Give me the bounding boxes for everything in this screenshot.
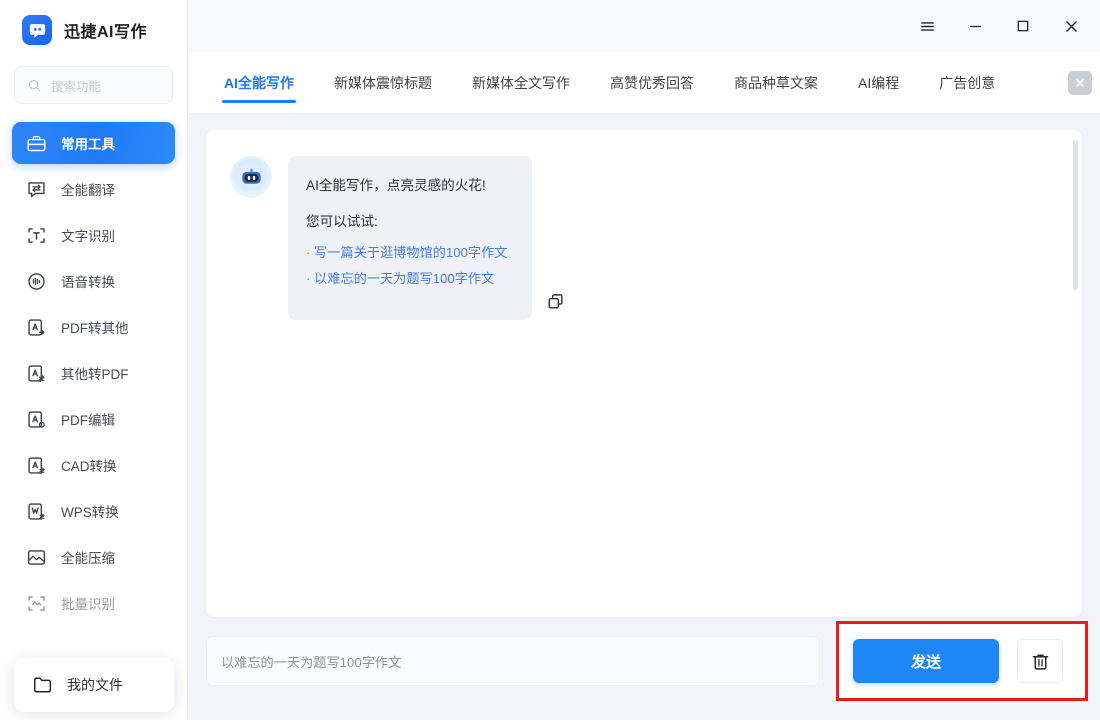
tab-full-text-writing[interactable]: 新媒体全文写作 xyxy=(452,53,590,113)
copy-icon xyxy=(548,294,563,309)
pdf-edit-icon xyxy=(28,410,45,428)
tab-label: 新媒体全文写作 xyxy=(472,74,570,91)
app-brand: 迅捷AI写作 xyxy=(0,0,187,60)
sidebar-item-wps-convert[interactable]: WPS转换 xyxy=(12,490,175,532)
menu-button[interactable] xyxy=(916,15,938,37)
send-button-label: 发送 xyxy=(910,653,941,671)
sidebar-item-pdf-edit[interactable]: PDF编辑 xyxy=(12,398,175,440)
ai-robot-avatar-icon xyxy=(230,156,272,198)
minimize-icon xyxy=(969,25,981,27)
sidebar-item-label: PDF编辑 xyxy=(61,413,115,428)
message-bubble: AI全能写作，点亮灵感的火花! 您可以试试: · 写一篇关于逛博物馆的100字作… xyxy=(288,156,532,320)
sidebar-item-batch-recognition[interactable]: 批量识别 xyxy=(12,582,175,624)
app-window: 迅捷AI写作 搜索功能 常用工具 全能翻译 文字识别 语音转换 PDF转其他 其… xyxy=(0,0,1100,720)
my-files-label: 我的文件 xyxy=(67,677,123,693)
sidebar-item-cad-convert[interactable]: CAD转换 xyxy=(12,444,175,486)
send-button[interactable]: 发送 xyxy=(853,639,999,683)
sidebar-item-common-tools[interactable]: 常用工具 xyxy=(12,122,175,164)
tab-label: 广告创意 xyxy=(939,74,996,91)
translate-icon xyxy=(28,181,45,197)
sidebar: 迅捷AI写作 搜索功能 常用工具 全能翻译 文字识别 语音转换 PDF转其他 其… xyxy=(0,0,188,720)
message-headline: AI全能写作，点亮灵感的火花! xyxy=(306,178,486,193)
my-files-button[interactable]: 我的文件 xyxy=(14,658,174,712)
tab-ai-programming[interactable]: AI编程 xyxy=(838,53,919,113)
tab-label: AI编程 xyxy=(858,74,900,91)
tab-label: 商品种草文案 xyxy=(734,74,818,91)
toolbox-icon xyxy=(27,135,46,151)
suggestion-item[interactable]: · 写一篇关于逛博物馆的100字作文 xyxy=(306,242,510,261)
cad-convert-icon xyxy=(28,456,45,474)
copy-button[interactable] xyxy=(546,292,568,314)
sidebar-item-label: 文字识别 xyxy=(61,229,115,244)
wps-convert-icon xyxy=(28,502,45,520)
title-bar xyxy=(188,0,1100,52)
sidebar-item-pdf-to-other[interactable]: PDF转其他 xyxy=(12,306,175,348)
sidebar-item-label: 批量识别 xyxy=(61,597,115,612)
maximize-button[interactable] xyxy=(1012,15,1034,37)
sidebar-item-label: WPS转换 xyxy=(61,505,119,520)
trash-icon xyxy=(1032,653,1048,670)
tab-product-copy[interactable]: 商品种草文案 xyxy=(714,53,838,113)
search-container: 搜索功能 xyxy=(0,60,187,104)
bubble-wrap: AI全能写作，点亮灵感的火花! 您可以试试: · 写一篇关于逛博物馆的100字作… xyxy=(288,156,568,320)
batch-recognition-icon xyxy=(28,595,45,611)
sidebar-item-label: CAD转换 xyxy=(61,459,117,474)
chat-panel: AI全能写作，点亮灵感的火花! 您可以试试: · 写一篇关于逛博物馆的100字作… xyxy=(206,130,1082,617)
pdf-to-other-icon xyxy=(28,318,45,336)
voice-convert-icon xyxy=(28,272,45,290)
search-placeholder: 搜索功能 xyxy=(51,79,102,94)
sidebar-item-text-recognition[interactable]: 文字识别 xyxy=(12,214,175,256)
sidebar-item-translate[interactable]: 全能翻译 xyxy=(12,168,175,210)
search-input[interactable]: 搜索功能 xyxy=(14,66,173,104)
tab-ai-writing[interactable]: AI全能写作 xyxy=(204,53,314,113)
app-title: 迅捷AI写作 xyxy=(64,24,148,41)
sidebar-item-other-to-pdf[interactable]: 其他转PDF xyxy=(12,352,175,394)
chat-scrollbar[interactable] xyxy=(1073,140,1078,290)
maximize-square-icon xyxy=(1017,20,1029,32)
hamburger-menu-icon xyxy=(920,21,934,31)
compress-icon xyxy=(27,549,46,565)
tab-shock-headline[interactable]: 新媒体震惊标题 xyxy=(314,53,452,113)
close-button[interactable] xyxy=(1060,15,1082,37)
message-input[interactable]: 以难忘的一天为题写100字作文 xyxy=(206,636,820,686)
sidebar-item-label: 语音转换 xyxy=(61,275,115,290)
clear-button[interactable] xyxy=(1017,639,1063,683)
chat-message: AI全能写作，点亮灵感的火花! 您可以试试: · 写一篇关于逛博物馆的100字作… xyxy=(206,130,1082,320)
tab-bar: AI全能写作 新媒体震惊标题 新媒体全文写作 高赞优秀回答 商品种草文案 AI编… xyxy=(188,52,1100,114)
suggestion-item[interactable]: · 以难忘的一天为题写100字作文 xyxy=(306,268,510,287)
sidebar-item-voice-convert[interactable]: 语音转换 xyxy=(12,260,175,302)
close-x-icon xyxy=(1065,20,1077,32)
tab-ad-creative[interactable]: 广告创意 xyxy=(919,53,1015,113)
sidebar-item-label: PDF转其他 xyxy=(61,321,129,336)
text-recognition-icon xyxy=(28,227,45,243)
sidebar-item-label: 全能翻译 xyxy=(61,183,115,198)
app-logo-icon xyxy=(22,15,52,45)
other-to-pdf-icon xyxy=(28,364,45,382)
sidebar-item-compress[interactable]: 全能压缩 xyxy=(12,536,175,578)
action-highlight-zone: 发送 xyxy=(836,621,1088,701)
tab-top-answers[interactable]: 高赞优秀回答 xyxy=(590,53,714,113)
tab-label: 高赞优秀回答 xyxy=(610,74,694,91)
search-icon xyxy=(28,79,41,91)
sidebar-item-label: 全能压缩 xyxy=(61,551,115,566)
message-input-value: 以难忘的一天为题写100字作文 xyxy=(221,654,402,670)
message-subhead: 您可以试试: xyxy=(306,214,378,229)
sidebar-item-label: 常用工具 xyxy=(61,137,115,152)
tab-close-button[interactable] xyxy=(1068,70,1092,95)
close-x-icon xyxy=(1076,78,1084,87)
sidebar-item-label: 其他转PDF xyxy=(61,367,129,382)
tab-label: AI全能写作 xyxy=(224,74,294,91)
minimize-button[interactable] xyxy=(964,15,986,37)
folder-icon xyxy=(34,677,52,693)
tab-label: 新媒体震惊标题 xyxy=(334,74,432,91)
sidebar-nav: 常用工具 全能翻译 文字识别 语音转换 PDF转其他 其他转PDF PDF编辑 … xyxy=(0,118,187,678)
